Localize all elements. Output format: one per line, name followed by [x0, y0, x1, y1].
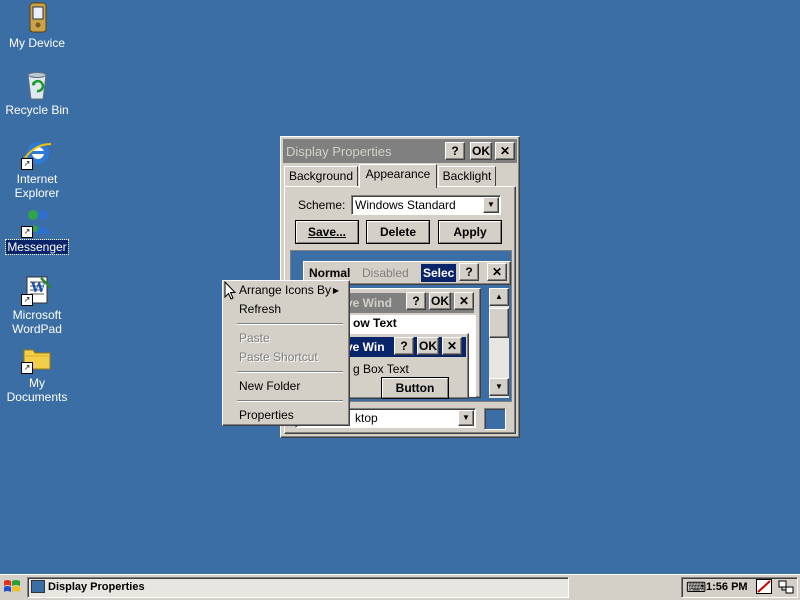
preview-active-help[interactable]: ?	[394, 337, 414, 355]
menu-separator	[237, 323, 343, 325]
shortcut-arrow-icon: ↗	[21, 158, 33, 170]
menu-item-new-folder[interactable]: New Folder	[227, 377, 345, 396]
apply-button-label: Apply	[453, 225, 487, 239]
preview-help-button[interactable]: ?	[459, 263, 479, 281]
system-tray: ⌨ 1:56 PM	[681, 577, 798, 598]
submenu-arrow-icon: ▶	[332, 286, 339, 295]
mouse-pointer-icon	[224, 280, 238, 304]
shortcut-arrow-icon: ↗	[21, 294, 33, 306]
preview-button-label: Button	[395, 381, 435, 395]
display-properties-icon	[31, 580, 45, 593]
internet-explorer-icon: ↗	[21, 138, 53, 170]
preview-selected-text[interactable]: Selec	[421, 264, 457, 282]
menu-separator	[237, 371, 343, 373]
taskbar-task-display-properties[interactable]: Display Properties	[27, 577, 569, 598]
preview-active-close[interactable]: ✕	[442, 337, 462, 355]
desktop-icon-messenger[interactable]: ↗ Messenger	[0, 206, 75, 255]
pda-icon	[21, 2, 53, 34]
network-icon[interactable]	[778, 579, 794, 594]
dialog-title: Display Properties	[286, 144, 392, 159]
scroll-thumb[interactable]	[489, 308, 509, 338]
menu-item-properties[interactable]: Properties	[227, 406, 345, 425]
recycle-bin-icon	[21, 69, 53, 101]
apply-button[interactable]: Apply	[438, 220, 502, 244]
help-button[interactable]: ?	[445, 142, 465, 160]
dialog-title-bar[interactable]: Display Properties ? OK ✕	[283, 139, 517, 163]
preview-active-ok[interactable]: OK	[417, 337, 439, 355]
desktop-icon-recycle-bin[interactable]: Recycle Bin	[0, 69, 75, 117]
menu-item-paste-shortcut[interactable]: Paste Shortcut	[227, 348, 345, 367]
ok-button[interactable]: OK	[470, 142, 492, 160]
close-icon: ✕	[446, 339, 458, 353]
tray-clock[interactable]: 1:56 PM	[706, 581, 748, 593]
input-panel-icon[interactable]: ⌨	[686, 579, 706, 596]
desktop-icon-label: Microsoft WordPad	[12, 308, 62, 336]
close-icon: ✕	[458, 294, 470, 308]
menu-item-label: Arrange Icons By	[239, 283, 332, 297]
close-icon: ✕	[499, 144, 511, 158]
delete-button[interactable]: Delete	[366, 220, 430, 244]
scroll-up-icon[interactable]: ▲	[489, 288, 509, 306]
windows-logo-icon	[4, 580, 20, 592]
desktop-icon-label: My Device	[8, 36, 65, 50]
preview-dialog-text: g Box Text	[353, 362, 409, 376]
menu-item-arrange-icons[interactable]: Arrange Icons By ▶	[227, 281, 345, 300]
tab-backlight[interactable]: Backlight	[438, 166, 496, 186]
chevron-down-icon[interactable]: ▼	[483, 197, 499, 213]
taskbar-task-label: Display Properties	[48, 581, 145, 593]
chevron-down-icon[interactable]: ▼	[458, 410, 474, 426]
preview-inactive-help[interactable]: ?	[406, 292, 426, 310]
wordpad-icon: W ↗	[21, 274, 53, 306]
folder-icon: ↗	[21, 342, 53, 374]
desktop-toggle-icon[interactable]	[756, 579, 772, 594]
preview-close-button[interactable]: ✕	[487, 263, 507, 281]
color-swatch-button[interactable]	[484, 408, 506, 430]
desktop-icon-label: My Documents	[6, 376, 68, 404]
start-button[interactable]	[2, 577, 24, 598]
desktop-context-menu: Arrange Icons By ▶ Refresh Paste Paste S…	[222, 280, 350, 426]
preview-window-text: ow Text	[353, 316, 397, 330]
preview-inactive-ok[interactable]: OK	[429, 292, 451, 310]
messenger-icon: ↗	[21, 206, 53, 238]
menu-separator	[237, 400, 343, 402]
preview-button[interactable]: Button	[381, 377, 449, 399]
scheme-select[interactable]: Windows Standard ▼	[351, 195, 501, 215]
shortcut-arrow-icon: ↗	[21, 362, 33, 374]
tab-appearance[interactable]: Appearance	[359, 164, 437, 188]
tab-background[interactable]: Background	[284, 166, 358, 186]
preview-inactive-close[interactable]: ✕	[454, 292, 474, 310]
desktop-icon-my-documents[interactable]: ↗ My Documents	[0, 342, 75, 404]
menu-item-paste[interactable]: Paste	[227, 329, 345, 348]
save-button-label: Save...	[307, 225, 347, 239]
scroll-down-icon[interactable]: ▼	[489, 378, 509, 396]
desktop-icon-label: Recycle Bin	[5, 103, 69, 117]
save-button[interactable]: Save...	[295, 220, 359, 244]
desktop-icon-internet-explorer[interactable]: ↗ Internet Explorer	[0, 138, 75, 200]
preview-disabled-text: Disabled	[362, 266, 409, 280]
scheme-label: Scheme:	[298, 198, 346, 212]
desktop-icon-label: Messenger	[5, 239, 69, 255]
scheme-value: Windows Standard	[355, 198, 456, 212]
close-icon: ✕	[491, 265, 503, 279]
close-button[interactable]: ✕	[495, 142, 515, 160]
delete-button-label: Delete	[379, 225, 417, 239]
preview-normal-text[interactable]: Normal	[309, 266, 350, 280]
desktop-icon-label: Internet Explorer	[14, 172, 60, 200]
menu-item-refresh[interactable]: Refresh	[227, 300, 345, 319]
desktop-icon-wordpad[interactable]: W ↗ Microsoft WordPad	[0, 274, 75, 336]
desktop-icon-my-device[interactable]: My Device	[0, 2, 75, 50]
shortcut-arrow-icon: ↗	[21, 226, 33, 238]
taskbar: Display Properties ⌨ 1:56 PM	[0, 574, 800, 600]
item-value: ktop	[355, 411, 378, 425]
